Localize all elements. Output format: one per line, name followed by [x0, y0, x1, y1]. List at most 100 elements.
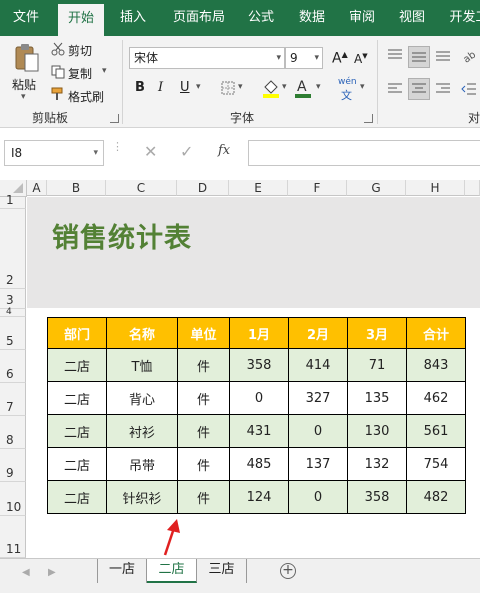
column-header-a[interactable]: A [27, 180, 47, 196]
borders-icon[interactable] [220, 80, 236, 96]
insert-function-icon[interactable]: fx [218, 143, 230, 158]
table-cell[interactable]: 吊带 [106, 447, 178, 481]
borders-dropdown-icon[interactable]: ▾ [238, 82, 243, 92]
table-cell[interactable]: 358 [347, 480, 407, 514]
worksheet-grid[interactable]: A B C D E F G H 1 2 3 4 5 6 7 8 9 10 11 … [0, 180, 480, 558]
enter-icon[interactable]: ✓ [180, 142, 193, 161]
row-header-6[interactable]: 6 [0, 350, 26, 383]
row-header-10[interactable]: 10 [0, 482, 26, 516]
align-top-icon[interactable] [386, 46, 404, 64]
tab-developer[interactable]: 开发工 [444, 0, 480, 36]
header-cell[interactable]: 3月 [347, 317, 407, 349]
table-cell[interactable]: 衬衫 [106, 414, 178, 448]
table-cell[interactable]: 背心 [106, 381, 178, 415]
align-right-icon[interactable] [434, 80, 452, 98]
sheet-title[interactable]: 销售统计表 [52, 216, 192, 255]
align-left-icon[interactable] [386, 80, 404, 98]
header-cell[interactable]: 1月 [229, 317, 289, 349]
column-header-d[interactable]: D [177, 180, 229, 196]
row-header-5[interactable]: 5 [0, 317, 26, 350]
cancel-icon[interactable]: ✕ [144, 142, 157, 161]
table-cell[interactable]: 843 [406, 348, 466, 382]
table-cell[interactable]: T恤 [106, 348, 178, 382]
tab-page-layout[interactable]: 页面布局 [164, 0, 234, 36]
column-header-g[interactable]: G [347, 180, 406, 196]
table-cell[interactable]: 件 [177, 348, 230, 382]
table-cell[interactable]: 431 [229, 414, 289, 448]
table-cell[interactable]: 327 [288, 381, 348, 415]
column-header-i[interactable] [465, 180, 480, 196]
column-header-h[interactable]: H [406, 180, 465, 196]
table-cell[interactable]: 132 [347, 447, 407, 481]
sheet-tab-1[interactable]: 一店 [97, 559, 147, 583]
column-header-b[interactable]: B [47, 180, 106, 196]
tab-insert[interactable]: 插入 [112, 0, 154, 36]
tab-data[interactable]: 数据 [292, 0, 332, 36]
text-orientation-icon[interactable]: ab [460, 46, 478, 64]
font-color-dropdown-icon[interactable]: ▾ [316, 82, 321, 92]
phonetic-dropdown-icon[interactable]: ▾ [360, 82, 365, 92]
table-cell[interactable]: 二店 [47, 447, 107, 481]
italic-button[interactable]: I [158, 80, 163, 95]
table-cell[interactable]: 0 [288, 480, 348, 514]
font-name-select[interactable]: 宋体 ▾ [129, 47, 285, 69]
decrease-font-size-icon[interactable]: A▼ [354, 52, 368, 66]
bold-button[interactable]: B [135, 80, 145, 95]
table-cell[interactable]: 0 [288, 414, 348, 448]
add-sheet-icon[interactable]: + [280, 563, 296, 579]
table-cell[interactable]: 130 [347, 414, 407, 448]
format-painter-button[interactable]: 格式刷 [68, 88, 104, 105]
sheet-tab-2[interactable]: 二店 [147, 559, 197, 583]
font-launcher-icon[interactable] [364, 114, 373, 123]
row-header-3[interactable]: 3 [0, 289, 26, 309]
paste-icon[interactable] [12, 42, 42, 74]
font-color-icon[interactable]: A [294, 78, 312, 98]
fill-color-icon[interactable] [262, 78, 280, 98]
table-cell[interactable]: 485 [229, 447, 289, 481]
align-bottom-icon[interactable] [434, 46, 452, 64]
clipboard-launcher-icon[interactable] [110, 114, 119, 123]
cut-button[interactable]: 剪切 [68, 42, 92, 59]
table-cell[interactable]: 71 [347, 348, 407, 382]
column-header-f[interactable]: F [288, 180, 347, 196]
row-header-4[interactable]: 4 [0, 307, 26, 317]
underline-dropdown-icon[interactable]: ▾ [196, 82, 201, 92]
column-header-c[interactable]: C [106, 180, 177, 196]
table-cell[interactable]: 0 [229, 381, 289, 415]
table-cell[interactable]: 135 [347, 381, 407, 415]
header-cell[interactable]: 名称 [106, 317, 178, 349]
table-cell[interactable]: 二店 [47, 348, 107, 382]
header-cell[interactable]: 2月 [288, 317, 348, 349]
fill-color-dropdown-icon[interactable]: ▾ [282, 82, 287, 92]
column-header-e[interactable]: E [229, 180, 288, 196]
copy-dropdown-icon[interactable]: ▾ [102, 66, 107, 76]
font-size-select[interactable]: 9 ▾ [285, 47, 323, 69]
scroll-left-icon[interactable]: ◀ [22, 567, 30, 578]
table-cell[interactable]: 462 [406, 381, 466, 415]
header-cell[interactable]: 单位 [177, 317, 230, 349]
align-center-icon[interactable] [408, 78, 430, 100]
underline-button[interactable]: U [180, 80, 190, 95]
table-cell[interactable]: 358 [229, 348, 289, 382]
row-header-9[interactable]: 9 [0, 449, 26, 482]
table-cell[interactable]: 二店 [47, 414, 107, 448]
table-cell[interactable]: 件 [177, 480, 230, 514]
paste-dropdown-icon[interactable]: ▾ [21, 92, 26, 102]
align-middle-icon[interactable] [408, 46, 430, 68]
row-header-2[interactable]: 2 [0, 209, 26, 289]
copy-button[interactable]: 复制 [68, 65, 92, 82]
row-header-8[interactable]: 8 [0, 416, 26, 449]
sheet-tab-3[interactable]: 三店 [197, 559, 247, 583]
row-header-11[interactable]: 11 [0, 516, 26, 558]
table-cell[interactable]: 二店 [47, 381, 107, 415]
formula-input[interactable] [248, 140, 480, 166]
table-cell[interactable]: 件 [177, 447, 230, 481]
table-cell[interactable]: 件 [177, 414, 230, 448]
table-cell[interactable]: 414 [288, 348, 348, 382]
table-cell[interactable]: 482 [406, 480, 466, 514]
decrease-indent-icon[interactable] [460, 80, 478, 98]
table-cell[interactable]: 针织衫 [106, 480, 178, 514]
tab-file[interactable]: 文件 [4, 0, 48, 36]
table-cell[interactable]: 二店 [47, 480, 107, 514]
tab-view[interactable]: 视图 [392, 0, 432, 36]
